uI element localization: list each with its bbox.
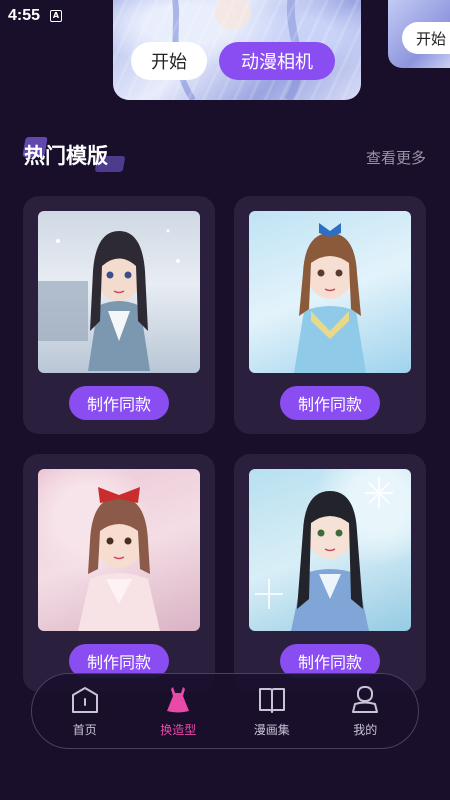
nav-item-comics[interactable]: 漫画集 bbox=[232, 685, 312, 738]
nav-label: 换造型 bbox=[160, 722, 197, 737]
nav-label: 首页 bbox=[72, 722, 97, 737]
template-image[interactable] bbox=[38, 469, 200, 631]
anime-girl-snowflake-icon bbox=[255, 477, 393, 631]
template-card[interactable]: 制作同款 bbox=[234, 196, 426, 434]
book-icon bbox=[258, 687, 285, 713]
see-more-link[interactable]: 查看更多 bbox=[366, 147, 426, 168]
nav-item-mine[interactable]: 我的 bbox=[325, 685, 405, 738]
home-icon bbox=[71, 686, 98, 713]
section-title: 热门模版 bbox=[24, 144, 108, 168]
template-image[interactable] bbox=[249, 211, 411, 373]
template-card[interactable]: 制作同款 bbox=[234, 454, 426, 692]
status-bar: 4:55 A bbox=[0, 0, 450, 32]
user-icon bbox=[352, 685, 379, 713]
start-button[interactable]: 开始 bbox=[131, 42, 207, 80]
anime-girl-blue-dress-icon bbox=[294, 223, 366, 373]
make-same-button[interactable]: 制作同款 bbox=[69, 386, 169, 420]
nav-label: 我的 bbox=[353, 722, 378, 737]
bottom-nav: 首页 换造型 漫画集 我的 bbox=[31, 673, 419, 749]
nav-item-change-style[interactable]: 换造型 bbox=[138, 685, 218, 738]
nav-item-home[interactable]: 首页 bbox=[45, 685, 125, 738]
make-same-button[interactable]: 制作同款 bbox=[280, 386, 380, 420]
dress-icon bbox=[167, 686, 190, 712]
template-card[interactable]: 制作同款 bbox=[23, 196, 215, 434]
anime-girl-red-bow-icon bbox=[78, 487, 160, 631]
template-card[interactable]: 制作同款 bbox=[23, 454, 215, 692]
template-image[interactable] bbox=[38, 211, 200, 373]
anime-camera-button[interactable]: 动漫相机 bbox=[219, 42, 335, 80]
notification-a-icon: A bbox=[50, 10, 63, 22]
template-image[interactable] bbox=[249, 469, 411, 631]
status-time: 4:55 bbox=[8, 7, 41, 24]
anime-girl-hanfu-icon bbox=[38, 229, 180, 371]
nav-label: 漫画集 bbox=[253, 722, 290, 737]
